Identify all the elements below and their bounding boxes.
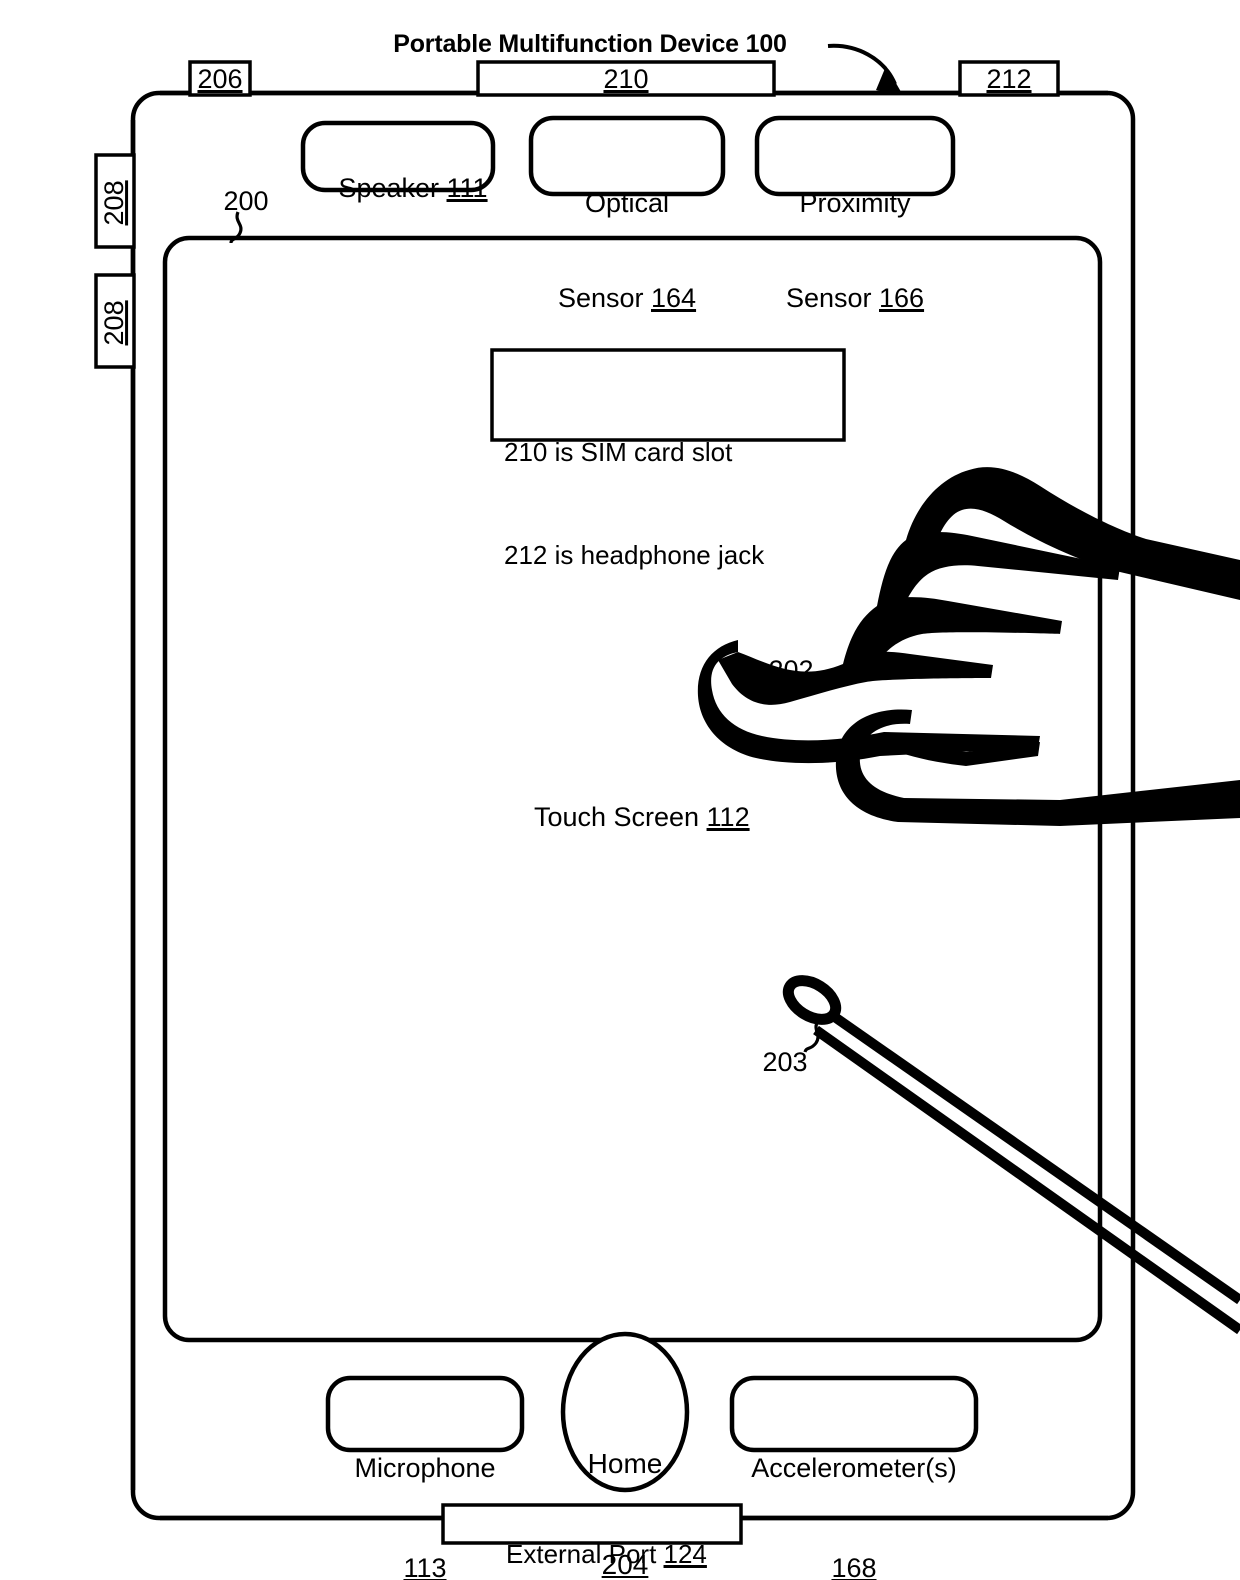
microphone-line1: Microphone — [354, 1452, 496, 1483]
accelerometer-label: Accelerometer(s) 168 — [751, 1385, 957, 1580]
proximity-sensor-line1: Proximity — [799, 187, 911, 218]
device-body-label: 200 — [223, 186, 269, 216]
optical-sensor-label: Optical Sensor 164 — [558, 124, 696, 379]
touch-screen-caption-text: Touch Screen — [533, 801, 707, 832]
accelerometer-line1: Accelerometer(s) — [751, 1452, 957, 1483]
external-port-label: External Port 124 — [477, 1508, 707, 1580]
speaker-number: 111 — [446, 172, 488, 203]
microphone-label: Microphone 113 — [354, 1385, 495, 1580]
speaker-label: Speaker 111 — [308, 141, 487, 237]
patent-figure-page: Portable Multifunction Device 100 206 21… — [0, 0, 1240, 1580]
note-line-2: 212 is headphone jack — [504, 539, 765, 570]
stylus-label: 203 — [762, 1047, 808, 1077]
proximity-sensor-line2: Sensor — [785, 283, 879, 314]
sim-card-slot-210-label: 210 — [603, 64, 649, 94]
touch-screen-number: 112 — [706, 801, 750, 832]
figure-title: Portable Multifunction Device 100 — [393, 30, 787, 58]
touch-screen-caption: Touch Screen 112 — [504, 770, 750, 866]
speaker-text: Speaker — [338, 172, 447, 203]
accelerometer-number: 168 — [831, 1553, 877, 1580]
headphone-jack-212-label: 212 — [986, 64, 1032, 94]
note-line-1: 210 is SIM card slot — [504, 436, 733, 467]
proximity-sensor-number: 166 — [879, 283, 925, 314]
volume-button-upper-label: 208 — [99, 180, 130, 226]
external-port-text: External Port — [506, 1538, 664, 1569]
note-content: 210 is SIM card slot 212 is headphone ja… — [504, 366, 764, 641]
microphone-number: 113 — [403, 1553, 447, 1580]
proximity-sensor-label: Proximity Sensor 166 — [786, 124, 924, 379]
external-port-number: 124 — [663, 1538, 707, 1569]
optical-sensor-number: 164 — [651, 283, 697, 314]
port-206-label: 206 — [197, 64, 243, 94]
optical-sensor-line1: Optical — [584, 187, 670, 218]
home-line1: Home — [587, 1448, 663, 1480]
optical-sensor-line2: Sensor — [557, 283, 651, 314]
finger-label: 202 — [768, 655, 814, 685]
volume-button-lower-label: 208 — [99, 300, 130, 346]
